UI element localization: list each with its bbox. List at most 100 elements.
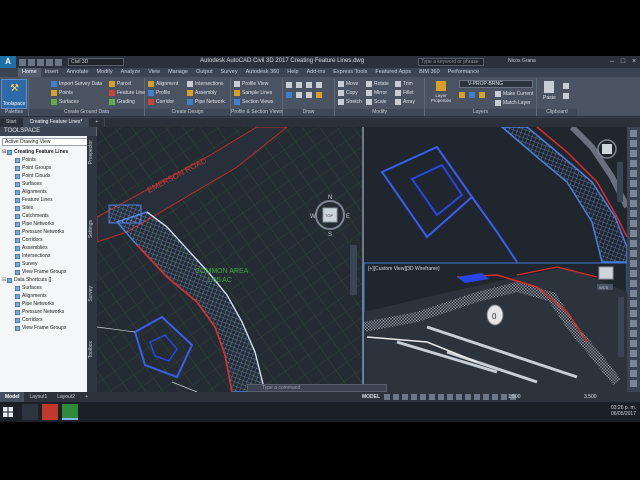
tab-add-ins[interactable]: Add-ins (303, 68, 330, 77)
drawing-canvas[interactable]: EMERSON ROAD COMMON AREA 1.95 AC N S W E… (97, 127, 627, 392)
tool-icon-14[interactable] (630, 260, 637, 267)
tab-help[interactable]: Help (283, 68, 302, 77)
text-tool[interactable] (306, 91, 314, 99)
windows-start-icon[interactable] (2, 405, 14, 419)
tool-icon-24[interactable] (630, 360, 637, 367)
tool-icon-3[interactable] (630, 150, 637, 157)
workspace-dropdown[interactable]: Civil 3D (68, 58, 124, 66)
tree-item[interactable]: Alignments (2, 292, 96, 300)
tool-icon-10[interactable] (630, 220, 637, 227)
tree-item[interactable]: Corridors (2, 316, 96, 324)
modify-group-title[interactable]: Modify (335, 109, 424, 116)
alignment-button[interactable]: Alignment (148, 80, 178, 88)
tool-icon-11[interactable] (630, 230, 637, 237)
tool-icon-1[interactable] (630, 130, 637, 137)
tool-icon-9[interactable] (630, 210, 637, 217)
layer-properties-button[interactable]: Layer Properties (429, 81, 453, 107)
cut-tool[interactable] (563, 82, 571, 90)
parcel-button[interactable]: Parcel (109, 80, 131, 88)
create-ground-data-title[interactable]: Create Ground Data (29, 109, 144, 116)
array-button[interactable]: Array (395, 98, 415, 106)
tree-item[interactable]: Pressure Networks (2, 308, 96, 316)
tab-view[interactable]: View (144, 68, 164, 77)
tab-layout2[interactable]: Layout2 (52, 392, 80, 402)
profile-button[interactable]: Profile (148, 89, 170, 97)
line-tool[interactable] (286, 81, 294, 89)
osnap-icon[interactable] (420, 394, 426, 400)
feature-line-button[interactable]: Feature Line (109, 89, 145, 97)
viewport-plan-left[interactable]: EMERSON ROAD COMMON AREA 1.95 AC N S W E… (97, 127, 362, 392)
draw-group-title[interactable]: Draw (283, 109, 334, 116)
new-icon[interactable] (19, 58, 26, 66)
side-tab-prospector[interactable]: Prospector (88, 140, 94, 164)
tool-icon-13[interactable] (630, 250, 637, 257)
side-tab-survey[interactable]: Survey (88, 286, 94, 302)
palettes-group-title[interactable]: Palettes (0, 109, 28, 116)
gizmo-icon[interactable] (492, 394, 498, 400)
nav-bar-left[interactable] (350, 245, 357, 295)
tree-item[interactable]: Point Clouds (2, 172, 96, 180)
system-tray-clock[interactable]: 03:26 p. m. 06/05/2017 (611, 405, 636, 417)
lineweight-icon[interactable] (438, 394, 444, 400)
selection-cycle-icon[interactable] (456, 394, 462, 400)
tab-express-tools[interactable]: Express Tools (329, 68, 371, 77)
paste-button[interactable]: Paste (543, 81, 556, 107)
tool-icon-6[interactable] (630, 180, 637, 187)
user-name[interactable]: Nicos Grana (508, 58, 536, 64)
profile-view-button[interactable]: Profile View (234, 80, 268, 88)
tree-item[interactable]: ⊟ Creating Feature Lines (2, 148, 96, 156)
tool-icon-17[interactable] (630, 290, 637, 297)
tab-model[interactable]: Model (0, 392, 25, 402)
tab-annotate[interactable]: Annotate (62, 68, 92, 77)
tree-item[interactable]: Catchments (2, 212, 96, 220)
tool-icon-22[interactable] (630, 340, 637, 347)
tab-bim-360[interactable]: BIM 360 (415, 68, 443, 77)
filter-icon[interactable] (483, 394, 489, 400)
tab-performance[interactable]: Performance (444, 68, 484, 77)
tool-icon-16[interactable] (630, 280, 637, 287)
tab-creating-feature-lines[interactable]: Creating Feature Lines* (23, 118, 90, 127)
tool-icon-5[interactable] (630, 170, 637, 177)
tab-featured-apps[interactable]: Featured Apps (371, 68, 415, 77)
tool-icon-23[interactable] (630, 350, 637, 357)
open-icon[interactable] (28, 58, 35, 66)
tab-home[interactable]: Home (18, 68, 41, 77)
drawing-area[interactable]: EMERSON ROAD COMMON AREA 1.95 AC N S W E… (97, 127, 627, 392)
tool-icon-8[interactable] (630, 200, 637, 207)
tree-item[interactable]: Feature Lines (2, 196, 96, 204)
polyline-tool[interactable] (296, 81, 304, 89)
fillet-button[interactable]: Fillet (395, 89, 414, 97)
layer-freeze-tool[interactable] (469, 91, 477, 99)
3dosnap-icon[interactable] (465, 394, 471, 400)
tool-icon-21[interactable] (630, 330, 637, 337)
tab-start[interactable]: Start (0, 118, 24, 127)
tree-item[interactable]: Pipe Networks (2, 300, 96, 308)
tree-item[interactable]: Survey (2, 260, 96, 268)
taskbar-autocad-icon[interactable] (42, 404, 58, 420)
tab-manage[interactable]: Manage (164, 68, 192, 77)
taskbar-search-icon[interactable] (22, 404, 38, 420)
layer-dropdown[interactable]: V-PROP-BRNG (459, 80, 533, 88)
profile-section-title[interactable]: Profile & Section Views (231, 109, 283, 116)
annotation-scale[interactable]: 1:500 (508, 394, 521, 400)
tree-item[interactable]: Corridors (2, 236, 96, 244)
snap-icon[interactable] (393, 394, 399, 400)
tree-item[interactable]: Surfaces (2, 180, 96, 188)
nav-bar-right[interactable] (617, 162, 623, 202)
block-tool[interactable] (316, 91, 324, 99)
section-views-button[interactable]: Section Views (234, 98, 273, 106)
tree-item[interactable]: View Frame Groups (2, 324, 96, 332)
app-menu-button[interactable]: A (0, 56, 16, 68)
tab-layout1[interactable]: Layout1 (24, 392, 52, 402)
side-tab-toolbox[interactable]: Toolbox (88, 341, 94, 358)
tree-item[interactable]: Pressure Networks (2, 228, 96, 236)
tool-icon-2[interactable] (630, 140, 637, 147)
corridor-button[interactable]: Corridor (148, 98, 174, 106)
tool-icon-7[interactable] (630, 190, 637, 197)
tool-icon-18[interactable] (630, 300, 637, 307)
create-design-title[interactable]: Create Design (145, 109, 230, 116)
copy-button[interactable]: Copy (338, 89, 358, 97)
tab-analyze[interactable]: Analyze (117, 68, 145, 77)
otrack-icon[interactable] (429, 394, 435, 400)
undo-icon[interactable] (46, 58, 53, 66)
